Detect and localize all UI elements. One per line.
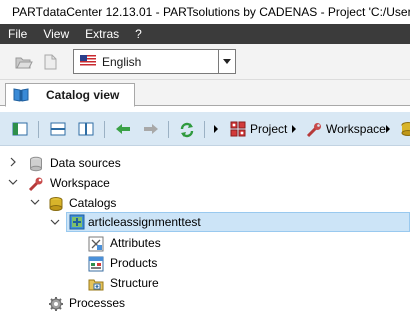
tree-node-products[interactable]: Products bbox=[0, 253, 410, 273]
catalog-view-icon bbox=[13, 88, 29, 102]
menu-view[interactable]: View bbox=[35, 24, 77, 44]
tree-node-label: Workspace bbox=[50, 176, 110, 190]
forward-arrow-icon[interactable] bbox=[142, 121, 160, 137]
menu-extras[interactable]: Extras bbox=[77, 24, 127, 44]
tree-node-catalogs[interactable]: Catalogs bbox=[0, 193, 410, 213]
catalog-tree: Data sources Workspace Catalogs articlea… bbox=[0, 151, 410, 319]
title-bar: PARTdataCenter 12.13.01 - PARTsolutions … bbox=[0, 0, 410, 24]
layout-vertical-icon[interactable] bbox=[78, 121, 94, 137]
project-dropdown-arrow-icon[interactable] bbox=[292, 125, 296, 133]
toolbar-separator bbox=[204, 121, 205, 138]
catalogs-icon bbox=[49, 197, 63, 211]
chevron-down-icon[interactable] bbox=[8, 177, 18, 187]
tree-node-label: Attributes bbox=[110, 236, 161, 250]
menu-file[interactable]: File bbox=[0, 24, 35, 44]
tab-label: Catalog view bbox=[46, 88, 120, 102]
project-icon[interactable] bbox=[230, 121, 246, 137]
tree-node-articleassignmenttest[interactable]: articleassignmenttest bbox=[66, 212, 410, 232]
expand-arrow-icon[interactable] bbox=[214, 125, 218, 133]
project-icon bbox=[69, 214, 85, 230]
new-document-icon[interactable] bbox=[40, 52, 60, 72]
workspace-dropdown-arrow-icon[interactable] bbox=[386, 125, 390, 133]
chevron-down-icon[interactable] bbox=[50, 217, 60, 227]
tree-node-data-sources[interactable]: Data sources bbox=[0, 153, 410, 173]
open-folder-icon[interactable] bbox=[14, 52, 34, 72]
tab-catalog-view[interactable]: Catalog view bbox=[5, 83, 135, 107]
toolbar-separator bbox=[168, 121, 169, 138]
toolbar-separator bbox=[38, 121, 39, 138]
tree-node-label: Processes bbox=[69, 296, 126, 310]
chevron-right-icon[interactable] bbox=[8, 157, 18, 167]
wrench-icon bbox=[28, 177, 43, 192]
workspace-menu-label[interactable]: Workspace bbox=[326, 122, 386, 136]
us-flag-icon bbox=[80, 55, 96, 67]
gear-icon bbox=[49, 297, 63, 311]
tree-node-structure[interactable]: Structure bbox=[0, 273, 410, 293]
menu-help[interactable]: ? bbox=[127, 24, 150, 44]
menu-bar: File View Extras ? bbox=[0, 24, 410, 44]
workspace-wrench-icon[interactable] bbox=[305, 121, 323, 139]
tree-node-label: Catalogs bbox=[69, 196, 117, 210]
database-icon bbox=[30, 156, 42, 172]
products-icon bbox=[88, 256, 104, 272]
refresh-icon[interactable] bbox=[178, 121, 196, 139]
window-title: PARTdataCenter 12.13.01 - PARTsolutions … bbox=[12, 5, 410, 19]
toolbar-separator bbox=[104, 121, 105, 138]
tree-node-label: Products bbox=[110, 256, 158, 270]
tree-node-label: articleassignmenttest bbox=[88, 215, 201, 229]
dropdown-arrow-icon[interactable] bbox=[218, 50, 235, 73]
language-selected: English bbox=[102, 55, 142, 69]
language-dropdown[interactable]: English bbox=[73, 49, 236, 74]
tree-node-attributes[interactable]: Attributes bbox=[0, 233, 410, 253]
tree-node-workspace[interactable]: Workspace bbox=[0, 173, 410, 193]
back-arrow-icon[interactable] bbox=[114, 121, 132, 137]
chevron-down-icon[interactable] bbox=[30, 197, 40, 207]
project-menu-label[interactable]: Project bbox=[250, 122, 287, 136]
attributes-icon bbox=[88, 236, 104, 252]
tree-node-label: Structure bbox=[110, 276, 159, 290]
tab-strip: Catalog view bbox=[0, 80, 410, 107]
catalogs-icon[interactable] bbox=[400, 121, 410, 137]
tree-node-label: Data sources bbox=[50, 156, 121, 170]
panel-left-icon[interactable] bbox=[12, 121, 28, 137]
layout-horizontal-icon[interactable] bbox=[50, 121, 66, 137]
catalog-toolbar: Project Workspace bbox=[0, 112, 410, 146]
structure-icon bbox=[88, 279, 104, 291]
tree-node-processes[interactable]: Processes bbox=[0, 293, 410, 313]
